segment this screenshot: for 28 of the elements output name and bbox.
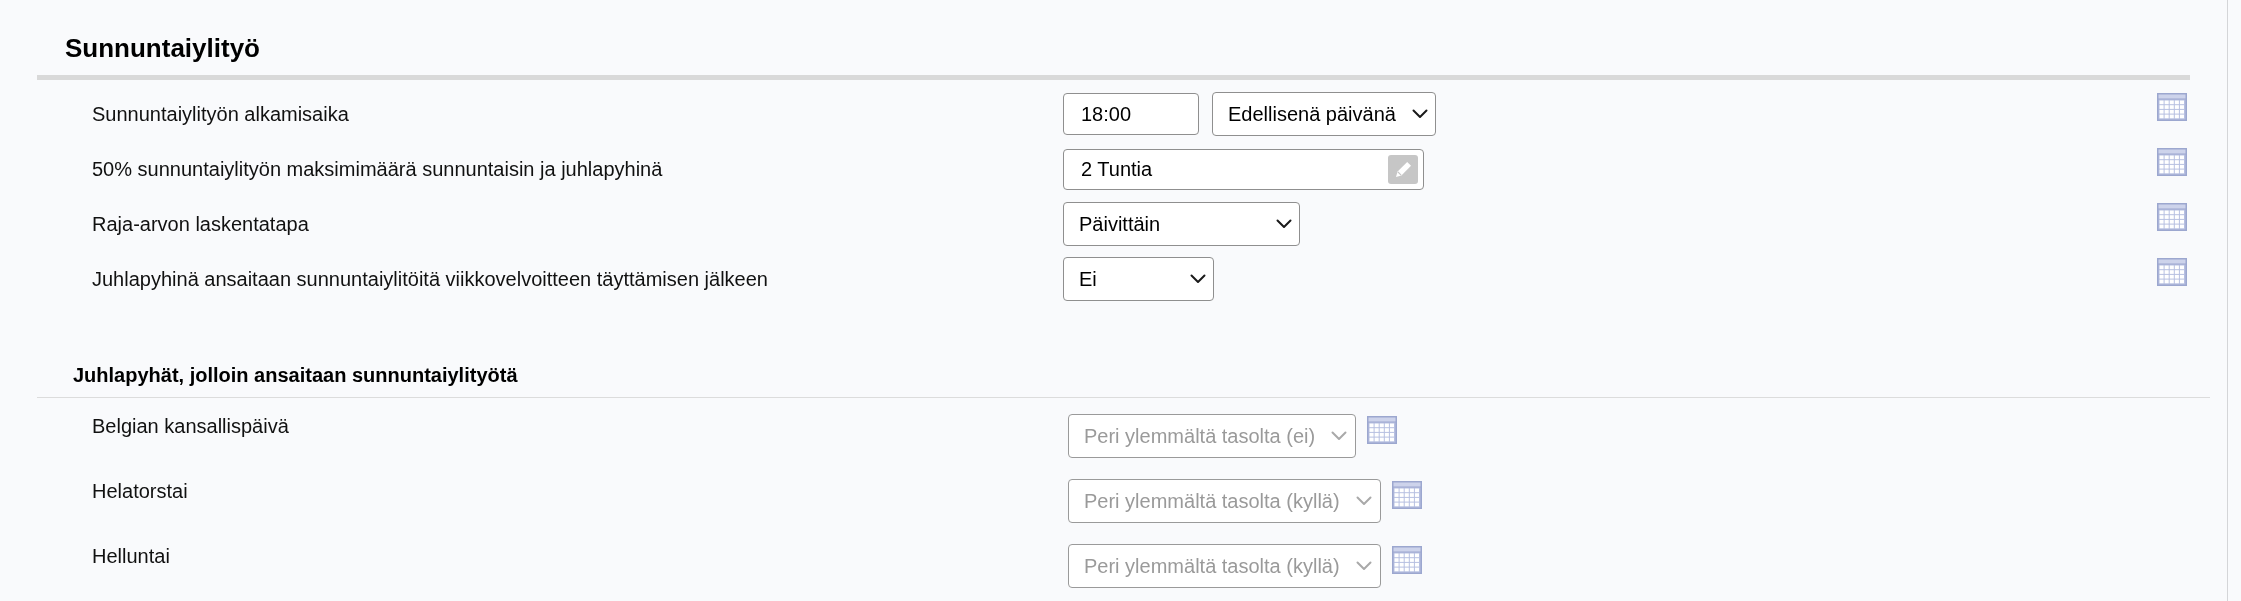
holiday-label: Helatorstai [92,479,188,503]
calendar-icon[interactable] [2157,203,2187,231]
text-field[interactable]: 2 Tuntia [1063,148,1424,190]
setting-label: Raja-arvon laskentatapa [92,212,309,236]
calendar-icon[interactable] [2157,93,2187,121]
dropdown[interactable]: Päivittäin [1063,202,1300,246]
calendar-icon[interactable] [1391,546,1422,574]
setting-label: Sunnuntaiylityön alkamisaika [92,102,349,126]
chevron-down-icon [1276,219,1292,229]
section-title: Juhlapyhät, jolloin ansaitaan sunnuntaiylityötä [73,363,518,387]
chevron-down-icon [1355,561,1372,571]
calendar-icon[interactable] [1391,481,1422,509]
dropdown[interactable]: Ei [1063,257,1214,301]
setting-label: Juhlapyhinä ansaitaan sunnuntaiylitöitä viikkovelvoitteen täyttämisen jälkeen [92,267,768,291]
calendar-icon[interactable] [2157,258,2187,286]
calendar-icon[interactable] [2157,148,2187,176]
holiday-label: Helluntai [92,544,170,568]
pencil-icon[interactable] [1388,154,1418,184]
holiday-label: Belgian kansallispäivä [92,414,289,438]
chevron-down-icon [1355,496,1372,506]
calendar-icon[interactable] [1367,416,1398,444]
setting-label: 50% sunnuntaiylityön maksimimäärä sunnuntaisin ja juhlapyhinä [92,157,663,181]
chevron-down-icon [1331,431,1348,441]
section-title: Sunnuntaiylityö [65,33,260,63]
chevron-down-icon [1190,274,1206,284]
chevron-down-icon [1411,109,1428,119]
dropdown[interactable]: Edellisenä päivänä [1212,92,1436,136]
time-field[interactable]: 18:00 [1063,93,1199,135]
